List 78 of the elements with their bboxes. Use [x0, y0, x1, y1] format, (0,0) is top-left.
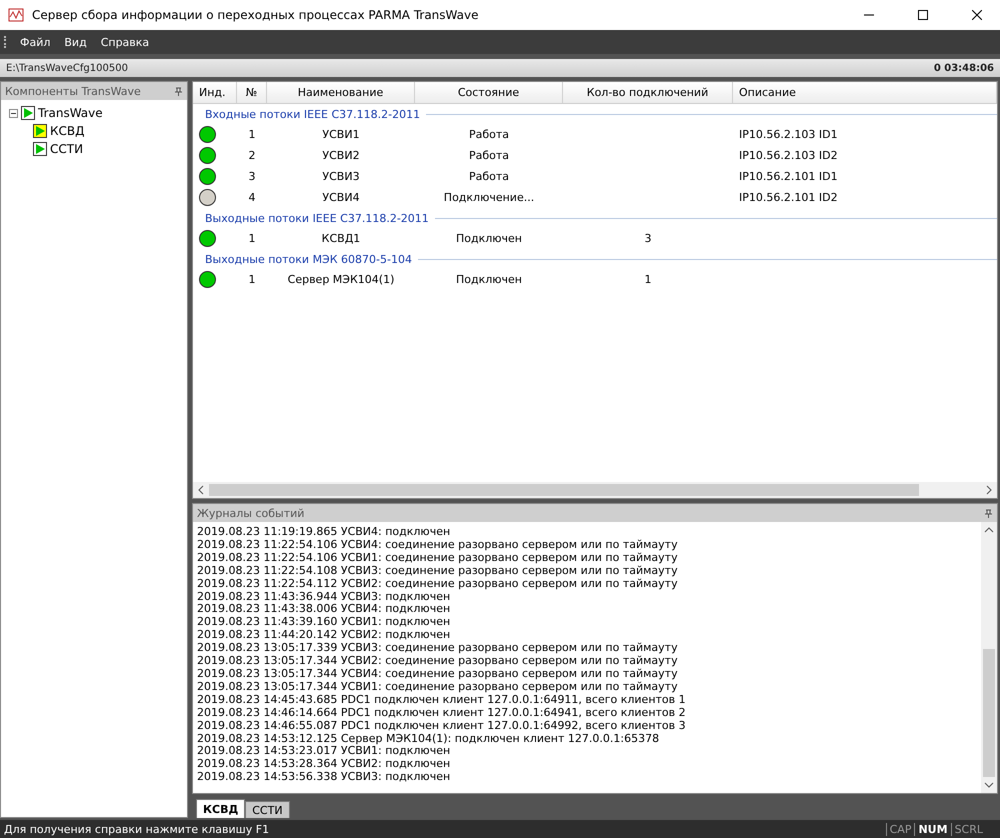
log-line: 2019.08.23 11:22:54.108 УСВИ3: соединение разорвано сервером или по таймауту	[197, 564, 679, 578]
table-cell-text: IP10.56.2.103 ID1	[738, 128, 839, 141]
log-line: 2019.08.23 11:22:54.106 УСВИ4: соединение разорвано сервером или по таймауту	[197, 538, 679, 552]
log-line: 2019.08.23 11:43:36.944 УСВИ3: подключен	[197, 590, 452, 604]
config-path: E:\TransWaveCfg100500	[6, 62, 128, 74]
table-cell-text: IP10.56.2.103 ID2	[738, 149, 839, 162]
table-cell-text: IP10.56.2.101 ID1	[738, 170, 839, 183]
menu-item[interactable]: Вид	[58, 34, 93, 50]
table-cell-text: Сервер МЭК104(1)	[286, 273, 396, 286]
minus-box-icon[interactable]	[9, 108, 18, 118]
column-header[interactable]: Инд.	[193, 82, 237, 103]
tree-item[interactable]: TransWave	[38, 106, 103, 120]
log-line: 2019.08.23 11:44:20.142 УСВИ2: подключен	[197, 629, 452, 642]
table-cell-text: 1	[248, 273, 256, 286]
close-icon	[972, 10, 982, 20]
group-title: Выходные потоки IEEE C37.118.2-2011	[205, 212, 429, 224]
table-cell-text: 4	[248, 191, 256, 204]
column-header[interactable]: Описание	[733, 82, 997, 103]
table-cell-text: Подключен	[455, 232, 523, 245]
log-line: 2019.08.23 13:05:17.344 УСВИ1: соединение разорвано сервером или по таймауту	[197, 680, 679, 694]
log-line: 2019.08.23 11:22:54.106 УСВИ1: соединение разорвано сервером или по таймауту	[197, 552, 679, 565]
key-indicator: CAP	[886, 822, 914, 836]
table-cell-text: УСВИ4	[321, 191, 361, 204]
panel-title: Компоненты TransWave	[5, 84, 141, 98]
table-cell-text: Работа	[468, 170, 510, 183]
tree-item[interactable]: ССТИ	[50, 142, 84, 156]
log-line: 2019.08.23 14:46:14.664 PDC1 подключен клиент 127.0.0.1:64941, всего клиентов 2	[197, 706, 687, 720]
log-line: 2019.08.23 11:22:54.112 УСВИ2: соединение разорвано сервером или по таймауту	[197, 578, 679, 591]
horizontal-scrollbar[interactable]	[193, 482, 997, 498]
uptime: 0 03:48:06	[934, 62, 994, 74]
menu-item[interactable]: Справка	[94, 34, 156, 50]
log-line: 2019.08.23 11:19:19.865 УСВИ4: подключен	[197, 526, 452, 539]
window-title: Сервер сбора информации о переходных процессах PARMA TransWave	[32, 8, 480, 22]
table-cell-text: УСВИ3	[321, 170, 361, 183]
key-indicator: SCRL	[950, 822, 986, 836]
log-line: 2019.08.23 13:05:17.344 УСВИ4: соединение разорвано сервером или по таймауту	[197, 668, 679, 681]
log-tab[interactable]: ССТИ	[245, 801, 290, 818]
log-line: 2019.08.23 14:45:43.685 PDC1 подключен клиент 127.0.0.1:64911, всего клиентов 1	[197, 694, 687, 707]
log-line: 2019.08.23 11:43:38.006 УСВИ4: подключен	[197, 603, 452, 616]
column-header[interactable]: Состояние	[415, 82, 563, 103]
group-title: Входные потоки IEEE C37.118.2-2011	[205, 108, 420, 120]
table-cell-text: IP10.56.2.101 ID2	[738, 191, 839, 204]
key-indicator: NUM	[914, 822, 951, 836]
log-line: 2019.08.23 14:46:55.087 PDC1 подключен клиент 127.0.0.1:64992, всего клиентов 3	[197, 720, 687, 732]
table-cell-text: 1	[644, 273, 652, 286]
app-icon	[8, 7, 24, 23]
column-header[interactable]: Наименование	[267, 82, 415, 103]
tree-item[interactable]: КСВД	[50, 124, 85, 138]
table-cell-text: 2	[248, 149, 256, 162]
table-cell-text: Подключение...	[442, 191, 536, 204]
table-cell-text: 3	[644, 232, 652, 245]
pin-icon[interactable]	[174, 86, 183, 96]
vertical-scrollbar[interactable]	[981, 522, 997, 793]
table-cell-text: Подключен	[455, 273, 523, 286]
log-line: 2019.08.23 13:05:17.339 УСВИ3: соединение разорвано сервером или по таймауту	[197, 642, 679, 656]
table-cell-text: 1	[248, 128, 256, 141]
column-header[interactable]: Кол-во подключений	[563, 82, 733, 103]
pin-icon[interactable]	[984, 508, 993, 518]
table-cell-text: Работа	[468, 128, 510, 141]
table-cell-text: УСВИ1	[321, 128, 361, 141]
column-header[interactable]: №	[237, 82, 267, 103]
group-title: Выходные потоки МЭК 60870-5-104	[205, 252, 412, 266]
table-cell-text: Работа	[468, 149, 510, 162]
table-cell-text: УСВИ2	[321, 149, 361, 162]
status-text: Для получения справки нажмите клавишу F1	[4, 822, 270, 836]
log-line: 2019.08.23 14:53:23.017 УСВИ1: подключен	[197, 745, 452, 758]
log-line: 2019.08.23 14:53:12.125 Сервер МЭК104(1): подключен клиент 127.0.0.1:65378	[197, 732, 660, 746]
log-line: 2019.08.23 14:53:56.338 УСВИ3: подключен	[197, 771, 452, 784]
log-line: 2019.08.23 11:43:39.160 УСВИ1: подключен	[197, 616, 452, 630]
menu-item[interactable]: Файл	[14, 34, 56, 50]
table-cell-text: 3	[248, 170, 256, 183]
maximize-icon	[918, 10, 928, 20]
table-cell-text: КСВД1	[320, 232, 362, 245]
log-line: 2019.08.23 13:05:17.344 УСВИ2: соединение разорвано сервером или по таймауту	[197, 655, 679, 668]
log-line: 2019.08.23 14:53:28.364 УСВИ2: подключен	[197, 758, 452, 772]
table-cell-text: 1	[248, 232, 256, 245]
panel-title: Журналы событий	[197, 506, 304, 520]
log-tab[interactable]: КСВД	[196, 799, 246, 818]
